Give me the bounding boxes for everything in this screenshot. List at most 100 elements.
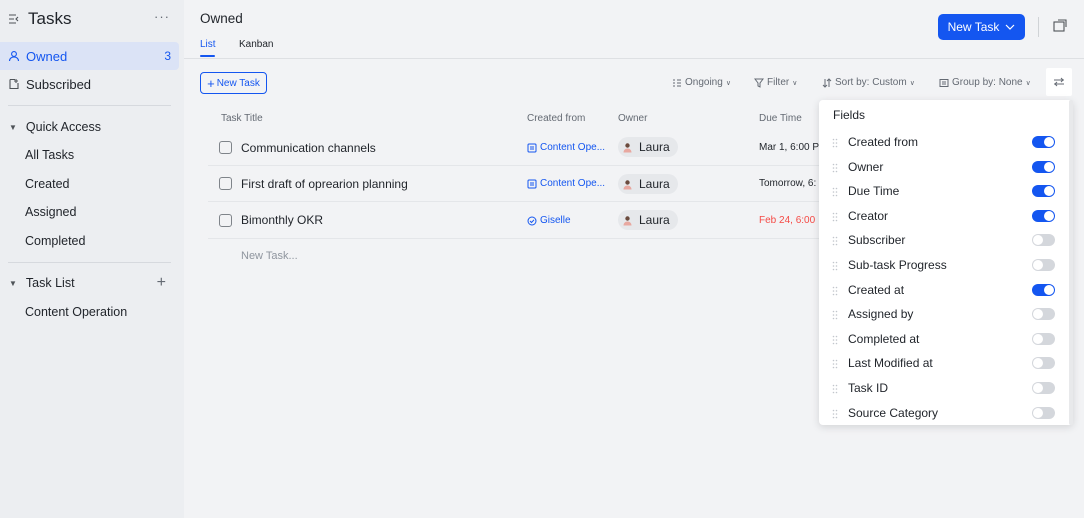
drag-handle-icon[interactable] bbox=[832, 383, 840, 394]
field-toggle[interactable] bbox=[1032, 332, 1055, 345]
section-task-list[interactable]: ▼ Task List + bbox=[0, 272, 179, 294]
drag-handle-icon[interactable] bbox=[832, 235, 840, 246]
new-task-input[interactable]: New Task... bbox=[241, 250, 298, 262]
created-from-link[interactable]: Content Ope... bbox=[527, 142, 605, 153]
row-divider bbox=[208, 165, 838, 166]
created-from-label: Giselle bbox=[540, 215, 571, 226]
person-icon bbox=[7, 49, 21, 63]
section-label: Quick Access bbox=[25, 120, 101, 134]
task-title[interactable]: Communication channels bbox=[241, 141, 376, 155]
drag-handle-icon[interactable] bbox=[832, 260, 840, 271]
field-toggle[interactable] bbox=[1032, 308, 1055, 321]
field-toggle[interactable] bbox=[1032, 185, 1055, 198]
field-toggle[interactable] bbox=[1032, 209, 1055, 222]
task-checkbox[interactable] bbox=[219, 214, 232, 227]
toggle-knob bbox=[1033, 333, 1043, 344]
new-task-label: New Task bbox=[947, 20, 1000, 34]
field-label: Creator bbox=[848, 208, 889, 223]
open-window-icon[interactable] bbox=[1053, 19, 1067, 33]
new-task-button[interactable]: New Task bbox=[938, 14, 1025, 40]
subscribe-icon bbox=[7, 77, 21, 91]
due-time[interactable]: Tomorrow, 6: bbox=[759, 178, 819, 189]
field-toggle[interactable] bbox=[1032, 283, 1055, 296]
owner-chip[interactable]: Laura bbox=[618, 174, 678, 194]
tab-kanban[interactable]: Kanban bbox=[239, 39, 273, 50]
task-checkbox[interactable] bbox=[219, 177, 232, 190]
toggle-knob bbox=[1033, 309, 1043, 320]
task-title[interactable]: Bimonthly OKR bbox=[241, 213, 323, 227]
drag-handle-icon[interactable] bbox=[832, 334, 840, 345]
sidebar-item-created[interactable]: Created bbox=[25, 174, 69, 194]
sidebar-item-assigned[interactable]: Assigned bbox=[25, 202, 76, 222]
field-toggle[interactable] bbox=[1032, 259, 1055, 271]
drag-handle-icon[interactable] bbox=[832, 358, 840, 369]
due-time[interactable]: Mar 1, 6:00 P bbox=[759, 142, 819, 153]
sidebar-header: Tasks ··· bbox=[0, 0, 184, 38]
toggle-knob bbox=[1044, 161, 1054, 172]
owner-chip[interactable]: Laura bbox=[618, 137, 678, 157]
field-row[interactable]: Task ID bbox=[819, 376, 1073, 400]
field-toggle[interactable] bbox=[1032, 160, 1055, 173]
tab-list[interactable]: List bbox=[200, 39, 216, 50]
sidebar-item-owned[interactable]: Owned 3 bbox=[0, 42, 179, 70]
chevron-down-icon bbox=[1005, 24, 1015, 30]
field-row[interactable]: Due Time bbox=[819, 179, 1073, 203]
scrollbar[interactable] bbox=[1069, 100, 1073, 425]
field-row[interactable]: Creator bbox=[819, 204, 1073, 228]
field-toggle[interactable] bbox=[1032, 357, 1055, 370]
drag-handle-icon[interactable] bbox=[832, 309, 840, 320]
sidebar-item-completed[interactable]: Completed bbox=[25, 231, 85, 251]
created-from-link[interactable]: Content Ope... bbox=[527, 178, 605, 189]
owner-chip[interactable]: Laura bbox=[618, 210, 678, 230]
field-row[interactable]: Completed at bbox=[819, 327, 1073, 351]
sort-label: Sort by: Custom bbox=[835, 77, 907, 88]
drag-handle-icon[interactable] bbox=[832, 137, 840, 148]
field-row[interactable]: Created at bbox=[819, 278, 1073, 302]
field-row[interactable]: Assigned by bbox=[819, 302, 1073, 326]
group-label: Group by: None bbox=[952, 77, 1023, 88]
add-task-button[interactable]: + New Task bbox=[200, 72, 267, 94]
drag-handle-icon[interactable] bbox=[832, 162, 840, 172]
column-header-created-from: Created from bbox=[527, 113, 586, 124]
sidebar-item-content-operation[interactable]: Content Operation bbox=[25, 302, 127, 322]
field-label: Created from bbox=[848, 135, 919, 149]
field-row[interactable]: Created from bbox=[819, 130, 1073, 154]
field-row[interactable]: Sub-task Progress bbox=[819, 253, 1073, 277]
more-icon[interactable]: ··· bbox=[154, 9, 170, 24]
field-toggle[interactable] bbox=[1032, 234, 1055, 247]
due-time[interactable]: Feb 24, 6:00 bbox=[759, 215, 819, 226]
field-toggle[interactable] bbox=[1032, 382, 1055, 394]
drag-handle-icon[interactable] bbox=[832, 285, 840, 295]
status-dropdown[interactable]: Ongoing ∨ bbox=[672, 77, 731, 88]
field-toggle[interactable] bbox=[1032, 136, 1055, 148]
field-row[interactable]: Subscriber bbox=[819, 228, 1073, 252]
field-row[interactable]: Source Category bbox=[819, 401, 1073, 425]
add-task-list-icon[interactable]: + bbox=[157, 274, 166, 292]
column-header-owner: Owner bbox=[618, 113, 648, 124]
field-row[interactable]: Owner bbox=[819, 155, 1073, 179]
chevron-down-icon: ∨ bbox=[792, 79, 798, 87]
drag-handle-icon[interactable] bbox=[832, 186, 840, 197]
status-label: Ongoing bbox=[685, 77, 723, 88]
tab-underline bbox=[200, 55, 215, 57]
toggle-knob bbox=[1033, 260, 1043, 270]
sidebar-item-all-tasks[interactable]: All Tasks bbox=[25, 145, 74, 165]
task-title[interactable]: First draft of oprearion planning bbox=[241, 177, 408, 191]
drag-handle-icon[interactable] bbox=[832, 211, 840, 222]
field-row[interactable]: Last Modified at bbox=[819, 351, 1073, 375]
check-circle-icon bbox=[527, 216, 537, 225]
field-settings-button[interactable] bbox=[1046, 68, 1072, 96]
drag-handle-icon[interactable] bbox=[832, 408, 840, 418]
collapse-sidebar-icon[interactable] bbox=[8, 13, 20, 25]
toggle-knob bbox=[1044, 210, 1054, 221]
sidebar-item-subscribed[interactable]: Subscribed bbox=[0, 70, 179, 98]
filter-button[interactable]: Filter ∨ bbox=[754, 77, 797, 88]
created-from-link[interactable]: Giselle bbox=[527, 215, 571, 226]
divider bbox=[8, 262, 171, 263]
field-toggle[interactable] bbox=[1032, 406, 1055, 419]
group-dropdown[interactable]: Group by: None ∨ bbox=[939, 77, 1031, 88]
chevron-down-icon: ∨ bbox=[725, 79, 731, 87]
task-checkbox[interactable] bbox=[219, 141, 232, 154]
sort-dropdown[interactable]: Sort by: Custom ∨ bbox=[822, 77, 915, 88]
section-quick-access[interactable]: ▼ Quick Access bbox=[0, 116, 179, 138]
